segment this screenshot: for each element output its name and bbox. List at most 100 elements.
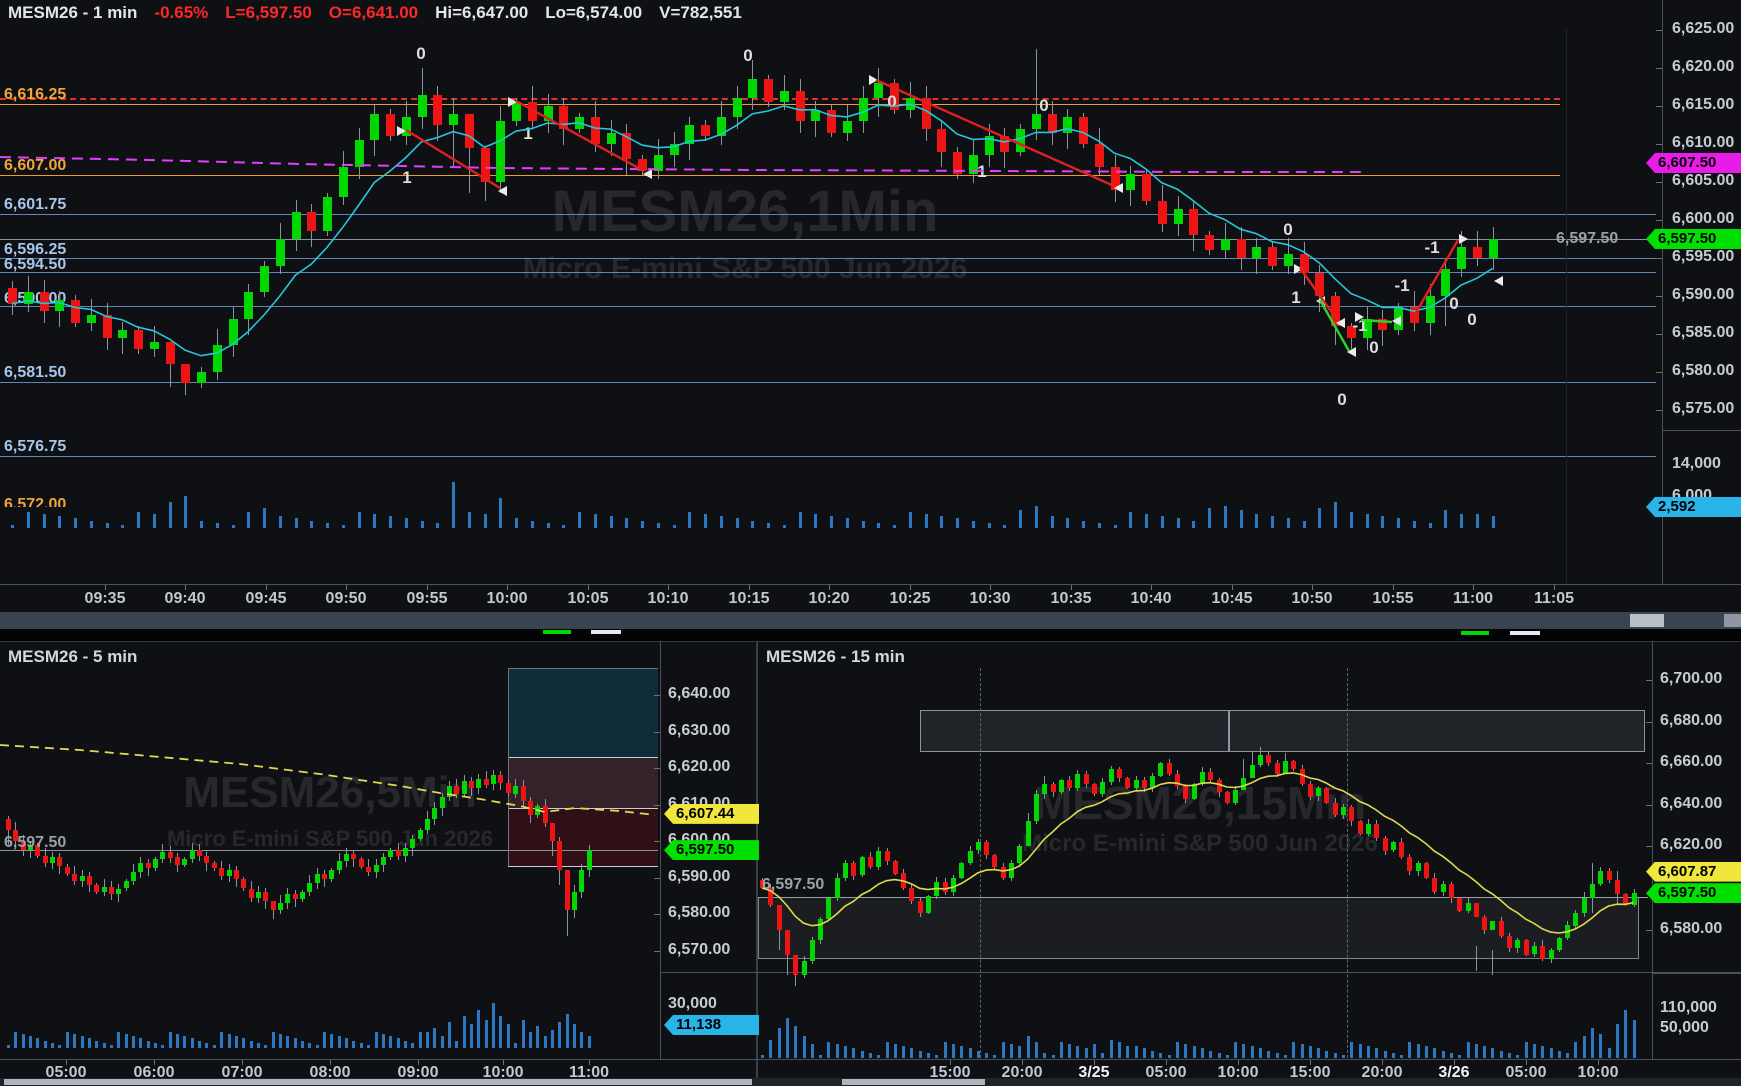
candle-body — [1391, 842, 1396, 850]
volume-bar — [1201, 1048, 1204, 1058]
volume-bar — [272, 1032, 275, 1048]
level-line — [508, 757, 658, 758]
horizontal-scrollbar-1min-handle[interactable] — [1630, 614, 1664, 627]
candle-body — [521, 786, 526, 801]
volume-bar — [1318, 508, 1321, 528]
price-axis-label: 6,570.00 — [668, 941, 730, 959]
volume-bar — [441, 1036, 444, 1048]
volume-bar — [1492, 516, 1495, 528]
axis-tick — [1656, 220, 1662, 221]
level-line — [508, 866, 658, 867]
divider-indicator-bar — [1510, 631, 1540, 635]
candle-body — [227, 870, 232, 876]
horizontal-scrollbar-15min-handle[interactable] — [842, 1079, 985, 1085]
volume-bar — [1350, 512, 1353, 528]
candle-body — [1474, 903, 1479, 918]
volume-bar — [1444, 510, 1447, 528]
volume-bar — [1599, 1034, 1602, 1058]
volume-bar — [910, 1048, 913, 1058]
candle-body — [307, 212, 316, 231]
volume-bar — [27, 512, 30, 528]
axis-tick — [1656, 30, 1662, 31]
candle-body — [1358, 821, 1363, 834]
volume-bar — [514, 1043, 517, 1048]
volume-bar — [827, 1042, 830, 1058]
candle-body — [953, 152, 962, 175]
volume-bar — [169, 502, 172, 528]
price-badge: 6,597.50 — [664, 840, 759, 860]
volume-bar — [1101, 1053, 1104, 1058]
volume-bar — [1574, 1042, 1577, 1058]
candle-body — [544, 106, 553, 121]
candle-body — [102, 887, 107, 893]
volume-bar — [279, 1034, 282, 1048]
candle-body — [1075, 774, 1080, 789]
candle-body — [219, 868, 224, 875]
candle-body — [802, 961, 807, 976]
volume-bar — [1126, 1046, 1129, 1058]
volume-bar — [421, 521, 424, 528]
candle-body — [484, 779, 489, 785]
price-axis-label: 6,620.00 — [1660, 836, 1722, 854]
candle-body — [24, 292, 33, 303]
time-axis-label: 10:40 — [1131, 590, 1172, 608]
signal-label: 1 — [977, 162, 986, 182]
volume-bar — [397, 1038, 400, 1048]
candle-body — [1142, 174, 1151, 201]
volume-axis-label: 30,000 — [668, 995, 717, 1013]
volume-bar — [1192, 521, 1195, 528]
volume-bar — [81, 1036, 84, 1048]
volume-bar — [90, 521, 93, 528]
volume-axis-label: 50,000 — [1660, 1019, 1709, 1037]
candle-body — [212, 863, 217, 869]
signal-label: -1 — [1394, 276, 1409, 296]
candle-body — [293, 894, 298, 900]
price-axis-label: 6,605.00 — [1672, 172, 1734, 190]
horizontal-scrollbar-1min[interactable] — [0, 612, 1741, 629]
volume-bar — [736, 518, 739, 528]
time-axis-label: 09:50 — [326, 590, 367, 608]
volume-bar — [1475, 1044, 1478, 1058]
price-axis-label: 6,590.00 — [668, 868, 730, 886]
candle-body — [1009, 863, 1014, 878]
horizontal-scrollbar-1min-button[interactable] — [1724, 614, 1741, 627]
volume-bar — [588, 1036, 591, 1048]
signal-label: 1 — [1291, 288, 1300, 308]
candle-body — [535, 806, 540, 815]
price-axis-label: 6,680.00 — [1660, 712, 1722, 730]
price-axis-label: 6,615.00 — [1672, 96, 1734, 114]
signal-label: 0 — [416, 44, 425, 64]
candle-body — [276, 239, 285, 266]
candle-body — [1221, 239, 1230, 250]
price-badge: 6,607.87 — [1646, 862, 1741, 882]
volume-bar — [330, 1034, 333, 1048]
horizontal-scrollbar-5min-handle[interactable] — [4, 1079, 752, 1085]
candle-body — [1557, 938, 1562, 951]
volume-bar — [1276, 1053, 1279, 1058]
candle-body — [1183, 786, 1188, 799]
volume-bar — [1317, 1048, 1320, 1058]
candle-body — [315, 874, 320, 883]
volume-bar — [1177, 518, 1180, 528]
volume-bar — [610, 516, 613, 528]
level-line — [0, 104, 1560, 105]
volume-bar — [1633, 1020, 1636, 1058]
volume-bar — [927, 1053, 930, 1058]
candle-body — [859, 98, 868, 121]
candle-body — [793, 955, 798, 976]
candle-body — [1042, 784, 1047, 794]
signal-label: 0 — [1283, 220, 1292, 240]
candle-body — [1167, 763, 1172, 773]
volume-bar — [1043, 1053, 1046, 1058]
volume-bar — [814, 514, 817, 528]
candle-body — [278, 903, 283, 910]
candle-body — [1449, 884, 1454, 899]
price-axis-label: 6,580.00 — [1672, 362, 1734, 380]
axis-tick — [1646, 722, 1652, 723]
volume-bar — [544, 1036, 547, 1048]
candle-body — [1109, 769, 1114, 782]
volume-bar — [1375, 1048, 1378, 1058]
volume-bar — [993, 1055, 996, 1058]
candle-body — [874, 83, 883, 98]
candle-body — [1615, 880, 1620, 895]
